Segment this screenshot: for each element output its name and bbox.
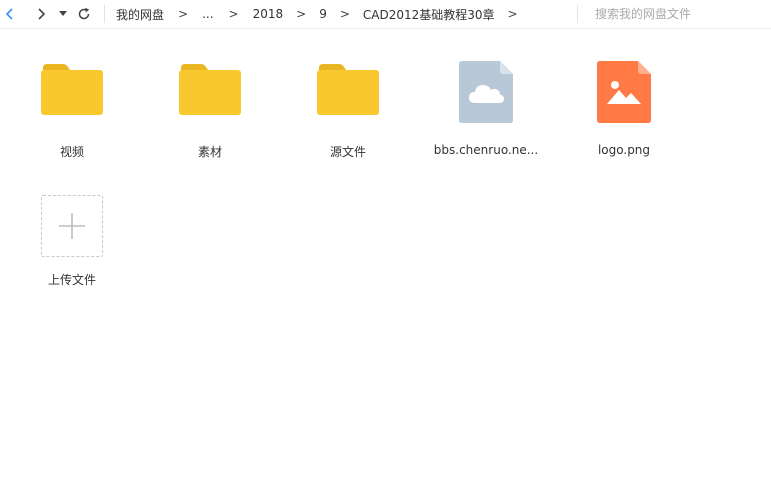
breadcrumb-item-ellipsis[interactable]: ... bbox=[202, 7, 213, 21]
breadcrumb-item-current-folder[interactable]: CAD2012基础教程30章 bbox=[363, 6, 495, 23]
breadcrumb-item-2018[interactable]: 2018 bbox=[253, 7, 284, 21]
caret-down-icon bbox=[59, 11, 67, 16]
item-label: 素材 bbox=[197, 145, 222, 159]
item-label: 视频 bbox=[59, 145, 84, 159]
breadcrumb-separator: > bbox=[228, 7, 239, 21]
breadcrumb-separator: > bbox=[296, 7, 307, 21]
toolbar-divider bbox=[577, 5, 578, 23]
back-button[interactable] bbox=[0, 3, 20, 25]
image-file-icon bbox=[597, 61, 651, 123]
folder-icon bbox=[179, 64, 241, 115]
upload-file-item[interactable]: 上传文件 bbox=[12, 195, 132, 305]
cloud-file-icon bbox=[459, 61, 513, 123]
refresh-icon bbox=[78, 7, 90, 20]
file-manager-window: 我的网盘 > ... > 2018 > 9 > CAD2012基础教程30章 >… bbox=[0, 0, 771, 480]
folder-icon bbox=[41, 64, 103, 115]
item-label: logo.png bbox=[597, 143, 651, 157]
folder-icon bbox=[317, 64, 379, 115]
breadcrumb-separator: > bbox=[339, 7, 350, 21]
history-dropdown-button[interactable] bbox=[54, 3, 72, 25]
refresh-button[interactable] bbox=[74, 3, 94, 25]
breadcrumb-separator: > bbox=[178, 7, 189, 21]
chevron-right-icon bbox=[38, 8, 46, 20]
folder-item[interactable]: 视频 bbox=[12, 61, 132, 171]
breadcrumb-item-my-drive[interactable]: 我的网盘 bbox=[116, 6, 164, 23]
toolbar-divider bbox=[104, 5, 105, 23]
chevron-left-icon bbox=[5, 8, 13, 20]
forward-button[interactable] bbox=[31, 3, 51, 25]
upload-label: 上传文件 bbox=[47, 273, 96, 287]
plus-icon bbox=[59, 213, 85, 239]
breadcrumb-item-9[interactable]: 9 bbox=[319, 7, 327, 21]
file-item[interactable]: bbs.chenruo.ne... bbox=[426, 61, 546, 171]
search-input[interactable] bbox=[585, 3, 771, 25]
breadcrumb-separator: > bbox=[507, 7, 518, 21]
file-item[interactable]: logo.png bbox=[564, 61, 684, 171]
item-label: 源文件 bbox=[329, 145, 366, 159]
breadcrumb: 我的网盘 > ... > 2018 > 9 > CAD2012基础教程30章 > bbox=[116, 0, 518, 28]
toolbar: 我的网盘 > ... > 2018 > 9 > CAD2012基础教程30章 > bbox=[0, 0, 771, 29]
folder-item[interactable]: 源文件 bbox=[288, 61, 408, 171]
upload-dropzone[interactable] bbox=[41, 195, 103, 257]
folder-item[interactable]: 素材 bbox=[150, 61, 270, 171]
item-label: bbs.chenruo.ne... bbox=[433, 143, 539, 157]
